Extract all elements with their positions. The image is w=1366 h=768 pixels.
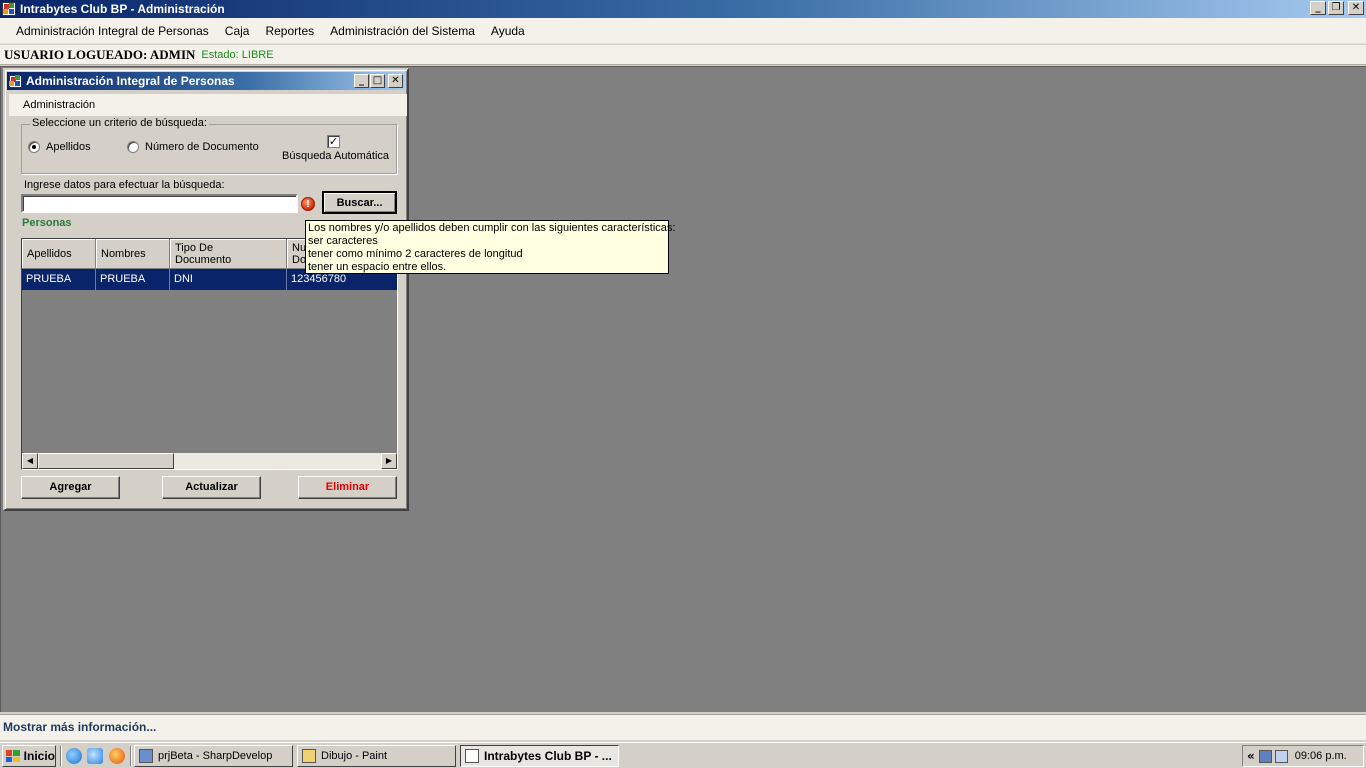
- start-button[interactable]: Inicio: [2, 745, 56, 767]
- more-info-link[interactable]: Mostrar más información...: [3, 720, 156, 734]
- radio-documento-label: Número de Documento: [145, 141, 259, 153]
- child-window-controls: _ □ ✕: [354, 74, 403, 88]
- search-label: Ingrese datos para efectuar la búsqueda:: [24, 179, 225, 191]
- child-menu-bar: Administración: [9, 94, 407, 116]
- radio-numero-documento[interactable]: Número de Documento: [127, 141, 259, 153]
- task-paint[interactable]: Dibujo - Paint: [297, 745, 456, 767]
- tooltip-line: Los nombres y/o apellidos deben cumplir …: [308, 222, 676, 234]
- task-paint-label: Dibujo - Paint: [321, 750, 388, 762]
- child-close-button[interactable]: ✕: [388, 74, 403, 88]
- delete-button[interactable]: Eliminar: [298, 476, 397, 499]
- sharpdevelop-icon: [139, 749, 153, 763]
- main-window-title: Intrabytes Club BP - Administración: [20, 2, 225, 16]
- menu-ayuda[interactable]: Ayuda: [483, 24, 533, 38]
- scroll-right-icon[interactable]: ▶: [381, 453, 397, 469]
- child-window-personas: Administración Integral de Personas _ □ …: [3, 68, 409, 511]
- update-button[interactable]: Actualizar: [162, 476, 261, 499]
- column-tipo-documento[interactable]: Tipo De Documento: [170, 239, 287, 269]
- desktop-icon[interactable]: [87, 748, 103, 764]
- app-icon: [2, 2, 16, 16]
- state-label: Estado: LIBRE: [201, 48, 274, 61]
- column-apellidos[interactable]: Apellidos: [22, 239, 96, 269]
- menu-caja[interactable]: Caja: [217, 24, 258, 38]
- tooltip-line: ser caracteres: [308, 235, 378, 247]
- clock[interactable]: 09:06 p.m.: [1295, 750, 1347, 762]
- task-intrabytes-label: Intrabytes Club BP - ...: [484, 749, 612, 763]
- internet-explorer-icon[interactable]: [66, 748, 82, 764]
- validation-tooltip: Los nombres y/o apellidos deben cumplir …: [305, 220, 676, 274]
- search-criteria-legend: Seleccione un criterio de búsqueda:: [30, 117, 209, 129]
- restore-button[interactable]: ❐: [1328, 1, 1344, 15]
- tooltip-line: tener como mínimo 2 caracteres de longit…: [308, 248, 523, 260]
- child-minimize-button[interactable]: _: [354, 74, 369, 88]
- column-nombres[interactable]: Nombres: [96, 239, 170, 269]
- menu-administracion-personas[interactable]: Administración Integral de Personas: [8, 24, 217, 38]
- paint-icon: [302, 749, 316, 763]
- start-label: Inicio: [23, 749, 55, 763]
- personas-section-label: Personas: [22, 217, 72, 229]
- child-menu-administracion[interactable]: Administración: [23, 99, 95, 111]
- cell-nombres[interactable]: PRUEBA: [96, 269, 170, 290]
- main-title-bar[interactable]: Intrabytes Club BP - Administración _ ❐ …: [0, 0, 1366, 18]
- security-icon[interactable]: [1274, 749, 1288, 763]
- menu-reportes[interactable]: Reportes: [257, 24, 322, 38]
- search-input[interactable]: [21, 194, 298, 213]
- scroll-thumb[interactable]: [38, 453, 174, 469]
- radio-apellidos-label: Apellidos: [46, 141, 91, 153]
- radio-apellidos-dot[interactable]: [28, 141, 40, 153]
- search-criteria-group: Seleccione un criterio de búsqueda: Apel…: [21, 117, 397, 174]
- task-intrabytes[interactable]: Intrabytes Club BP - ...: [460, 745, 619, 767]
- main-window-controls: _ ❐ ✕: [1310, 1, 1364, 15]
- taskbar: Inicio prjBeta - SharpDevelop Dibujo - P…: [0, 742, 1366, 768]
- user-status-bar: USUARIO LOGUEADO: ADMIN Estado: LIBRE: [0, 45, 1366, 65]
- more-info-bar[interactable]: Mostrar más información...: [0, 714, 1366, 740]
- intrabytes-icon: [465, 749, 479, 763]
- network-icon[interactable]: [1258, 749, 1272, 763]
- search-button[interactable]: Buscar...: [322, 191, 397, 214]
- close-button[interactable]: ✕: [1348, 1, 1364, 15]
- cell-apellidos[interactable]: PRUEBA: [22, 269, 96, 290]
- error-icon: !: [301, 197, 315, 211]
- auto-search-checkbox[interactable]: ✓: [327, 135, 340, 148]
- task-sharpdevelop-label: prjBeta - SharpDevelop: [158, 750, 273, 762]
- child-window-title: Administración Integral de Personas: [26, 74, 235, 88]
- radio-apellidos[interactable]: Apellidos: [28, 141, 91, 153]
- tooltip-line: tener un espacio entre ellos.: [308, 261, 447, 273]
- child-title-bar[interactable]: Administración Integral de Personas _ □ …: [7, 72, 405, 90]
- cell-tipo-documento[interactable]: DNI: [170, 269, 287, 290]
- child-maximize-button[interactable]: □: [370, 74, 385, 88]
- windows-logo-icon: [6, 750, 20, 762]
- menu-administracion-sistema[interactable]: Administración del Sistema: [322, 24, 483, 38]
- auto-search-label: Búsqueda Automática: [282, 150, 390, 162]
- child-app-icon: [9, 74, 22, 88]
- firefox-icon[interactable]: [109, 748, 125, 764]
- radio-documento-dot[interactable]: [127, 141, 139, 153]
- taskbar-separator: [130, 746, 132, 766]
- scroll-left-icon[interactable]: ◀: [22, 453, 38, 469]
- system-tray: « 09:06 p.m.: [1242, 745, 1364, 767]
- task-sharpdevelop[interactable]: prjBeta - SharpDevelop: [134, 745, 293, 767]
- tray-expand-icon[interactable]: «: [1247, 749, 1255, 763]
- horizontal-scrollbar[interactable]: ◀ ▶: [22, 453, 397, 469]
- add-button[interactable]: Agregar: [21, 476, 120, 499]
- menu-bar: Administración Integral de Personas Caja…: [0, 18, 1366, 44]
- logged-user-label: USUARIO LOGUEADO: ADMIN: [4, 46, 196, 62]
- taskbar-separator: [60, 746, 62, 766]
- minimize-button[interactable]: _: [1310, 1, 1326, 15]
